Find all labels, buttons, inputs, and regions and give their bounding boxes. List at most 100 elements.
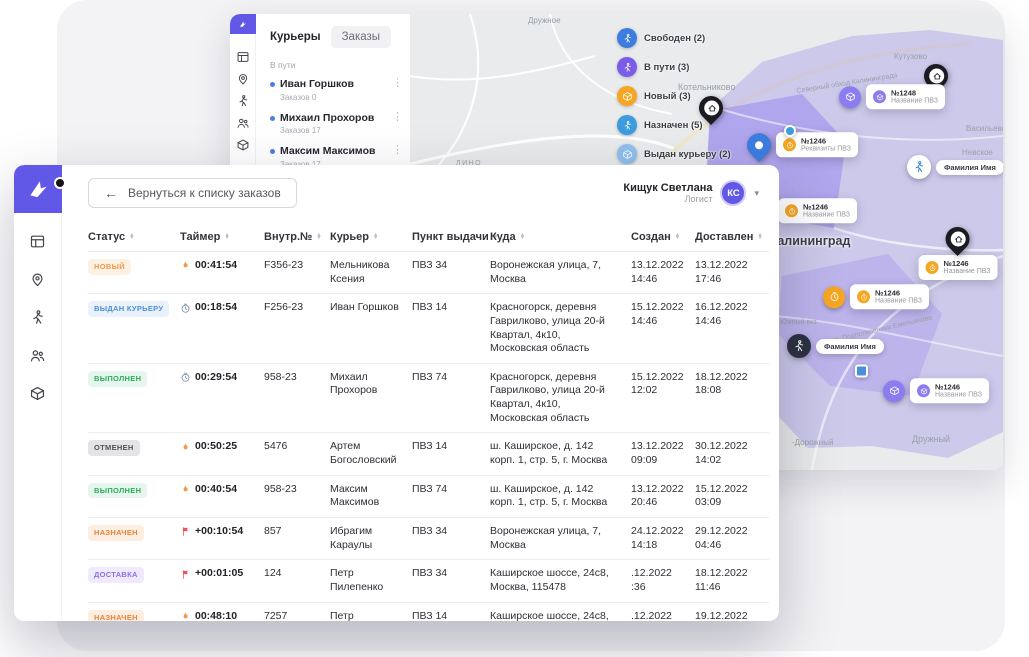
column-header-pickup[interactable]: Пункт выдачи ▲▼ bbox=[412, 221, 486, 251]
column-header-destination[interactable]: Куда ▲▼ bbox=[490, 221, 627, 251]
courier-icon[interactable] bbox=[236, 94, 250, 108]
column-header-timer[interactable]: Таймер ▲▼ bbox=[180, 221, 260, 251]
orders-list-icon[interactable] bbox=[29, 233, 46, 250]
legend-item[interactable]: Назначен (5) bbox=[617, 115, 731, 135]
city-label: Калининград bbox=[770, 234, 851, 248]
tab-orders[interactable]: Заказы bbox=[331, 26, 391, 48]
courier-list-item[interactable]: Михаил Прохоров Заказов 17 ⋮ bbox=[270, 107, 402, 141]
map-pin-icon[interactable] bbox=[29, 271, 46, 288]
internal-no: 958-23 bbox=[264, 483, 326, 497]
destination: Воронежская улица, 7, Москва bbox=[490, 259, 627, 286]
flame-icon bbox=[180, 611, 191, 621]
pvz-id: №1246 bbox=[801, 136, 851, 145]
clients-icon[interactable] bbox=[29, 347, 46, 364]
order-row[interactable]: ВЫПОЛНЕН 00:29:54 958-23 Михаил Прохоров… bbox=[88, 364, 769, 434]
sort-icon[interactable]: ▲▼ bbox=[757, 234, 762, 241]
map-marker-blue-pin[interactable]: №1246 Реквизиты ПВЗ bbox=[747, 132, 858, 157]
order-row[interactable]: НАЗНАЧЕН +00:10:54 857 Ибрагим Караулы П… bbox=[88, 518, 769, 560]
kebab-menu-icon[interactable]: ⋮ bbox=[392, 78, 402, 89]
internal-no: 857 bbox=[264, 525, 326, 539]
status-badge: НАЗНАЧЕН bbox=[88, 525, 144, 541]
transit-stop-icon bbox=[855, 365, 868, 378]
logo-mark-icon bbox=[238, 19, 248, 29]
packages-icon[interactable] bbox=[29, 385, 46, 402]
sort-icon[interactable]: ▲▼ bbox=[373, 234, 378, 241]
map-marker-black-house[interactable]: №1246 Название ПВЗ bbox=[919, 227, 998, 280]
pvz-card[interactable]: №1246 Название ПВЗ bbox=[850, 284, 929, 309]
courier-name: Петр Пилепенко bbox=[330, 610, 408, 621]
map-marker-courier-walk[interactable]: Фамилия Имя bbox=[907, 155, 1003, 179]
delivered-at: 15.12.2022 03:09 bbox=[695, 483, 769, 510]
timer-value: 00:41:54 bbox=[195, 259, 237, 273]
destination: Красногорск, деревня Гаврилково, улица 2… bbox=[490, 371, 627, 426]
map-marker-orange-pin[interactable]: №1246 Название ПВЗ bbox=[823, 284, 929, 309]
column-header-courier[interactable]: Курьер ▲▼ bbox=[330, 221, 408, 251]
kebab-menu-icon[interactable]: ⋮ bbox=[392, 112, 402, 123]
delivered-at: 30.12.2022 14:02 bbox=[695, 440, 769, 467]
stage: КурьерыЗаказы В пути Иван Горшков Заказо… bbox=[0, 0, 1029, 657]
kebab-menu-icon[interactable]: ⋮ bbox=[392, 145, 402, 156]
table-header-row: Статус ▲▼ Таймер ▲▼ Внутр.№ ▲▼ Курьер ▲▼… bbox=[88, 221, 769, 252]
map-marker-blue-square[interactable] bbox=[855, 365, 868, 378]
user-menu[interactable]: Кищук Светлана Логист КС ▾ bbox=[623, 180, 759, 206]
internal-no: F256-23 bbox=[264, 301, 326, 315]
order-row[interactable]: ДОСТАВКА +00:01:05 124 Петр Пилепенко ПВ… bbox=[88, 560, 769, 602]
sidebar-icons bbox=[236, 42, 250, 160]
order-row[interactable]: ОТМЕНЕН 00:50:25 5476 Артем Богословский… bbox=[88, 433, 769, 475]
pickup-point: ПВЗ 74 bbox=[412, 483, 486, 497]
box-icon bbox=[617, 86, 637, 106]
sort-icon[interactable]: ▲▼ bbox=[129, 234, 134, 241]
timer-value: 00:29:54 bbox=[195, 371, 237, 385]
legend-item[interactable]: Выдан курьеру (2) bbox=[617, 144, 731, 164]
pvz-card[interactable]: №1246 Название ПВЗ bbox=[910, 378, 989, 403]
orders-list-icon[interactable] bbox=[236, 50, 250, 64]
clients-icon[interactable] bbox=[236, 116, 250, 130]
courier-list-item[interactable]: Иван Горшков Заказов 0 ⋮ bbox=[270, 73, 402, 107]
legend-item[interactable]: Свободен (2) bbox=[617, 28, 731, 48]
order-row[interactable]: НАЗНАЧЕН 00:48:10 7257 Петр Пилепенко ПВ… bbox=[88, 603, 769, 621]
order-row[interactable]: ВЫПОЛНЕН 00:40:54 958-23 Максим Максимов… bbox=[88, 476, 769, 518]
column-header-created[interactable]: Создан ▲▼ bbox=[631, 221, 691, 251]
column-header-status[interactable]: Статус ▲▼ bbox=[88, 221, 176, 251]
pvz-card[interactable]: №1246 Название ПВЗ bbox=[778, 198, 857, 223]
sidebar-icons bbox=[29, 213, 46, 402]
map-legend: Свободен (2) В пути (3) Новый (3) Назнач… bbox=[617, 28, 731, 164]
courier-name: Максим Максимов bbox=[280, 145, 392, 158]
status-badge: НАЗНАЧЕН bbox=[88, 610, 144, 621]
column-label: Статус bbox=[88, 231, 125, 243]
pvz-card[interactable]: №1246 Название ПВЗ bbox=[919, 255, 998, 280]
delivered-at: 19.12.2022 02:46 bbox=[695, 610, 769, 621]
map-marker-courier-dark[interactable]: Фамилия Имя bbox=[787, 334, 884, 358]
back-to-orders-button[interactable]: ← Вернуться к списку заказов bbox=[88, 178, 297, 208]
app-logo[interactable] bbox=[14, 165, 62, 213]
pvz-card[interactable]: №1248 Название ПВЗ bbox=[866, 84, 945, 109]
packages-icon[interactable] bbox=[236, 138, 250, 152]
tab-couriers[interactable]: Курьеры bbox=[270, 31, 321, 43]
pvz-name: Название ПВЗ bbox=[803, 211, 850, 219]
courier-icon[interactable] bbox=[29, 309, 46, 326]
map-marker-pvz-purple[interactable]: №1248 Название ПВЗ bbox=[839, 84, 945, 109]
map-pin-icon[interactable] bbox=[236, 72, 250, 86]
destination: ш. Каширское, д. 142 корп. 1, стр. 5, г.… bbox=[490, 440, 627, 467]
sort-icon[interactable]: ▲▼ bbox=[520, 234, 525, 241]
map-marker-blue-dot[interactable] bbox=[784, 125, 796, 137]
map-marker-card-only[interactable]: №1246 Название ПВЗ bbox=[778, 198, 857, 223]
pvz-card-icon bbox=[873, 90, 886, 103]
order-row[interactable]: ВЫДАН КУРЬЕРУ 00:18:54 F256-23 Иван Горш… bbox=[88, 294, 769, 364]
sort-icon[interactable]: ▲▼ bbox=[675, 234, 680, 241]
map-place-label: Кутузово bbox=[894, 52, 927, 61]
order-row[interactable]: НОВЫЙ 00:41:54 F356-23 Мельникова Ксения… bbox=[88, 252, 769, 294]
column-label: Курьер bbox=[330, 231, 369, 243]
legend-item[interactable]: В пути (3) bbox=[617, 57, 731, 77]
legend-item[interactable]: Новый (3) bbox=[617, 86, 731, 106]
courier-name: Михаил Прохоров bbox=[280, 112, 392, 125]
pvz-name: Реквизиты ПВЗ bbox=[801, 145, 851, 153]
map-marker-pvz-purple[interactable]: №1246 Название ПВЗ bbox=[883, 378, 989, 403]
pickup-point: ПВЗ 14 bbox=[412, 301, 486, 315]
sort-icon[interactable]: ▲▼ bbox=[224, 234, 229, 241]
column-header-internal[interactable]: Внутр.№ ▲▼ bbox=[264, 221, 326, 251]
pickup-point: ПВЗ 14 bbox=[412, 610, 486, 621]
app-logo-small[interactable] bbox=[230, 14, 256, 34]
sort-icon[interactable]: ▲▼ bbox=[316, 234, 321, 241]
column-header-delivered[interactable]: Доставлен ▲▼ bbox=[695, 221, 769, 251]
